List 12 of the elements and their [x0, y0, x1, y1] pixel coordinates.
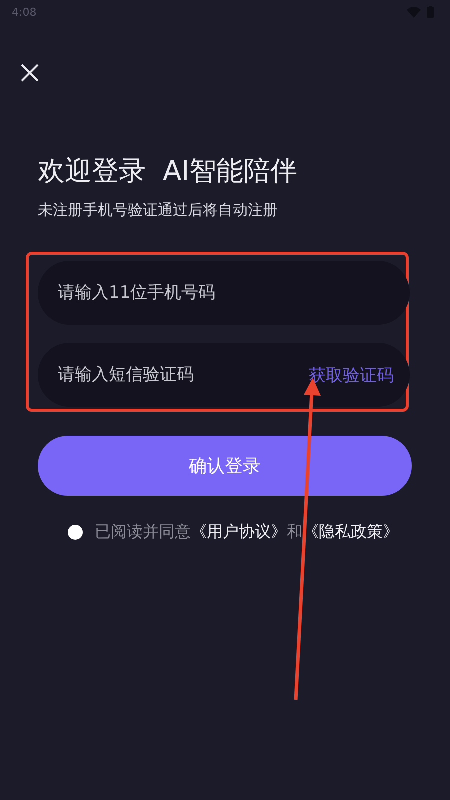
agreement-link[interactable]: 《用户协议》: [191, 522, 287, 543]
subtitle-text: 未注册手机号验证通过后将自动注册: [38, 201, 279, 220]
agreement-text: 和: [287, 522, 303, 543]
phone-input-field[interactable]: 请输入11位手机号码: [38, 261, 410, 325]
login-button[interactable]: 确认登录: [38, 436, 412, 496]
get-code-link[interactable]: 获取验证码: [309, 364, 394, 387]
status-time: 4:08: [12, 6, 37, 18]
page-title: 欢迎登录 AI智能陪伴: [38, 155, 299, 189]
agreement-text: 已阅读并同意: [95, 522, 191, 543]
agreement-link[interactable]: 《隐私政策》: [303, 522, 399, 543]
close-button[interactable]: [20, 63, 40, 83]
agree-checkbox[interactable]: [68, 525, 83, 540]
